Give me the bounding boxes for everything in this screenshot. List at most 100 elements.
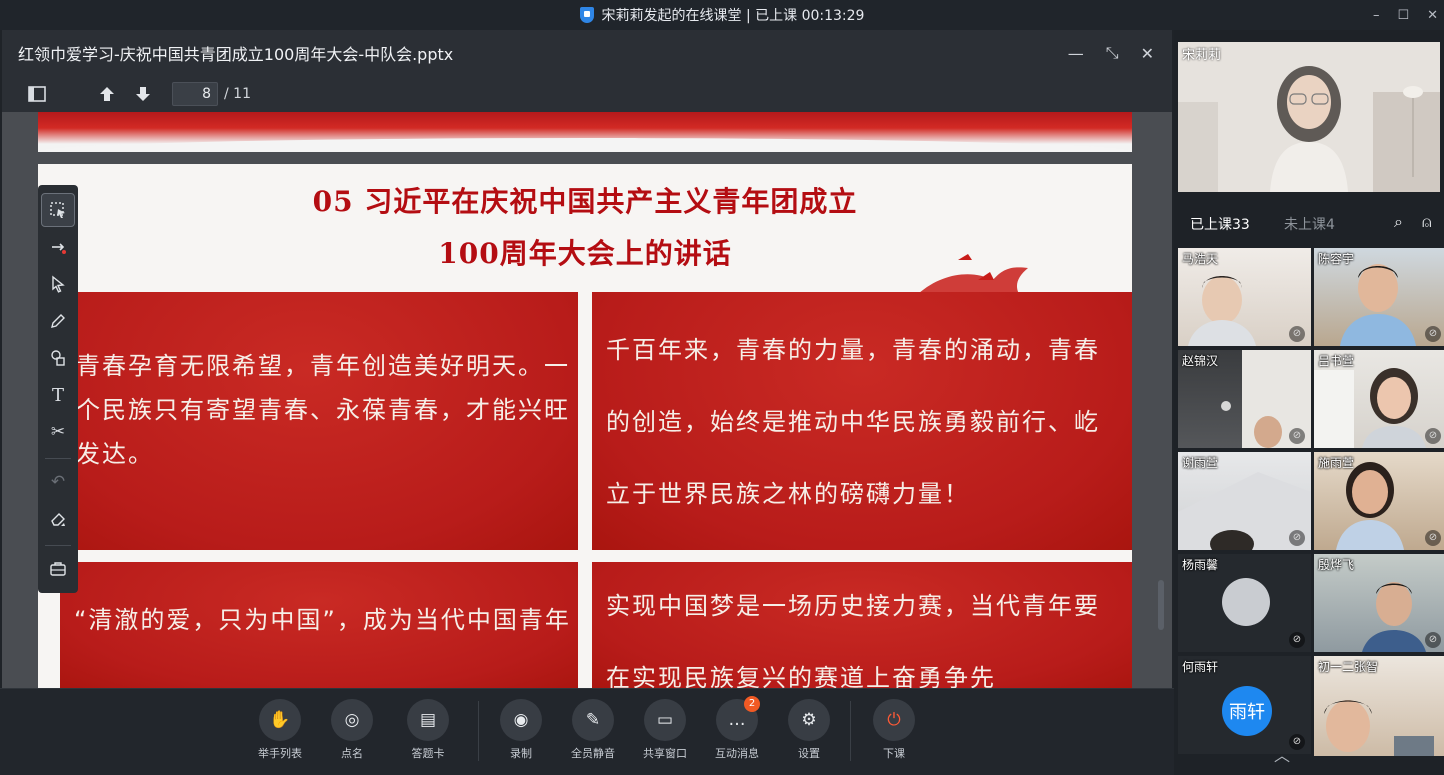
unread-badge: 2 (744, 696, 760, 712)
roll-call-icon: ◎ (331, 699, 373, 741)
attendance-tabs: 已上课33 未上课4 ⌕ ⍝ (1174, 208, 1444, 238)
student-tile[interactable]: 陈容宇 ⊘ (1314, 248, 1444, 346)
mic-muted-icon: ⊘ (1289, 428, 1305, 444)
document-filename: 红领巾爱学习-庆祝中国共青团成立100周年大会-中队会.pptx (18, 45, 454, 64)
answer-card-button[interactable]: ▤ 答题卡 (398, 699, 458, 761)
pen-icon[interactable] (41, 304, 75, 338)
button-label: 点名 (341, 747, 363, 760)
chat-icon: … 2 (716, 696, 760, 741)
mic-muted-icon: ⊘ (1425, 530, 1441, 546)
mic-muted-icon: ⊘ (1289, 734, 1305, 750)
shield-icon (579, 7, 594, 23)
quote-card-1: 青春孕育无限希望，青年创造美好明天。一 个民族只有寄望青春、永葆青春，才能兴旺 … (38, 292, 578, 550)
classroom-controls: ✋ 举手列表 ◎ 点名 ▤ 答题卡 ◉ 录制 ✎ 全员静音 ▭ 共享窗口 … 2 (0, 688, 1174, 775)
laser-pointer-icon[interactable] (41, 230, 75, 264)
mic-muted-icon: ⊘ (1425, 632, 1441, 648)
button-label: 录制 (510, 747, 532, 760)
tab-attended[interactable]: 已上课33 (1190, 214, 1250, 234)
undo-icon[interactable]: ↶ (41, 465, 75, 499)
raise-hand-icon: ✋ (259, 699, 301, 741)
search-icon[interactable]: ⌕ (1394, 212, 1403, 232)
student-name: 吕书萱 (1318, 354, 1355, 368)
button-label: 共享窗口 (643, 747, 687, 760)
button-label: 答题卡 (411, 747, 445, 760)
minimize-button[interactable]: – (1373, 8, 1380, 23)
student-tile[interactable]: 吕书萱 ⊘ (1314, 350, 1444, 448)
current-slide: 05 习近平在庆祝中国共产主义青年团成立 100周年大会上的讲话 青春孕育无限希… (38, 164, 1132, 688)
window-controls: – ☐ ✕ (1373, 0, 1438, 30)
student-tile[interactable]: 初一二张智 (1314, 656, 1444, 756)
title-bar: 宋莉莉发起的在线课堂 | 已上课 00:13:29 – ☐ ✕ (0, 0, 1444, 30)
answer-card-icon: ▤ (407, 699, 449, 741)
teacher-video[interactable]: 宋莉莉 (1178, 42, 1440, 192)
shapes-icon[interactable] (41, 341, 75, 375)
record-button[interactable]: ◉ 录制 (491, 699, 551, 761)
maximize-button[interactable]: ☐ (1397, 8, 1409, 23)
messages-button[interactable]: … 2 互动消息 (707, 696, 767, 761)
text-tool-icon[interactable]: T (41, 378, 75, 412)
settings-button[interactable]: ⚙ 设置 (779, 699, 839, 761)
doc-restore-button[interactable]: ⤡ (1106, 43, 1119, 63)
mute-all-button[interactable]: ✎ 全员静音 (563, 699, 623, 761)
mic-muted-icon: ⊘ (1425, 326, 1441, 342)
avatar (1222, 578, 1270, 626)
record-icon: ◉ (500, 699, 542, 741)
student-tile[interactable]: 杨雨馨 ⊘ (1178, 554, 1311, 652)
divider (850, 701, 851, 761)
share-window-button[interactable]: ▭ 共享窗口 (635, 699, 695, 761)
button-label: 互动消息 (715, 747, 759, 760)
select-area-icon[interactable] (41, 193, 75, 227)
quote-card-4-line: 实现中国梦是一场历史接力赛，当代青年要 (606, 592, 1100, 620)
raise-hand-list-button[interactable]: ✋ 举手列表 (250, 699, 310, 761)
mic-muted-icon: ⊘ (1289, 530, 1305, 546)
chevron-up-icon[interactable]: ︿ (1274, 742, 1290, 766)
toolbox-icon[interactable] (41, 552, 75, 586)
tab-absent[interactable]: 未上课4 (1284, 214, 1335, 234)
eraser-icon[interactable] (41, 502, 75, 536)
close-button[interactable]: ✕ (1427, 8, 1438, 23)
student-name: 何雨轩 (1182, 660, 1219, 674)
student-tile[interactable]: 赵锦汉 ⊘ (1178, 350, 1311, 448)
student-name: 陈容宇 (1318, 252, 1355, 266)
divider (478, 701, 479, 761)
student-tile[interactable]: 马浩天 ⊘ (1178, 248, 1311, 346)
quote-card-4: 实现中国梦是一场历史接力赛，当代青年要 在实现民族复兴的赛道上奋勇争先 (592, 562, 1132, 688)
sidebar-toggle-icon[interactable] (26, 83, 48, 105)
slide-scrollbar[interactable] (1158, 580, 1164, 630)
quote-card-2: 千百年来，青春的力量，青春的涌动，青春 的创造，始终是推动中华民族勇毅前行、屹 … (592, 292, 1132, 550)
share-window-icon: ▭ (644, 699, 686, 741)
mic-muted-icon: ⊘ (1425, 428, 1441, 444)
button-label: 举手列表 (258, 747, 302, 760)
chat-icon-glyph: … (728, 710, 746, 730)
quote-card-2-line: 的创造，始终是推动中华民族勇毅前行、屹 (606, 408, 1100, 436)
doc-close-button[interactable]: ✕ (1141, 44, 1154, 63)
button-label: 全员静音 (571, 747, 615, 760)
page-number-input[interactable]: 8 (172, 82, 218, 106)
quote-card-4-line: 在实现民族复兴的赛道上奋勇争先 (606, 664, 996, 688)
gear-icon: ⚙ (788, 699, 830, 741)
add-user-icon[interactable]: ⍝ (1422, 212, 1432, 232)
student-tile[interactable]: 谢雨萱 ⊘ (1178, 452, 1311, 550)
student-name: 施雨萱 (1318, 456, 1355, 470)
slide-viewer[interactable]: 05 习近平在庆祝中国共产主义青年团成立 100周年大会上的讲话 青春孕育无限希… (2, 112, 1172, 688)
student-tile[interactable]: 施雨萱 ⊘ (1314, 452, 1444, 550)
student-tile[interactable]: 雨轩 何雨轩 ⊘ (1178, 656, 1311, 754)
slide-title-line1: 05 习近平在庆祝中国共产主义青年团成立 (312, 185, 858, 218)
annotation-toolbar: T ✂ ↶ (38, 185, 78, 593)
pointer-icon[interactable] (41, 267, 75, 301)
mic-muted-icon: ⊘ (1289, 326, 1305, 342)
power-icon: ⏻ (873, 699, 915, 741)
next-page-icon[interactable] (132, 83, 154, 105)
roll-call-button[interactable]: ◎ 点名 (322, 699, 382, 761)
student-tile[interactable]: 殷烨飞 ⊘ (1314, 554, 1444, 652)
button-label: 下课 (883, 747, 905, 760)
doc-minimize-button[interactable]: — (1068, 44, 1084, 63)
prev-page-icon[interactable] (96, 83, 118, 105)
toolbar-divider (45, 545, 71, 546)
mute-all-icon: ✎ (572, 699, 614, 741)
student-name: 初一二张智 (1318, 660, 1379, 674)
end-class-button[interactable]: ⏻ 下课 (864, 699, 924, 761)
quote-card-2-line: 千百年来，青春的力量，青春的涌动，青春 (606, 336, 1100, 364)
student-name: 杨雨馨 (1182, 558, 1219, 572)
scissors-icon[interactable]: ✂ (41, 415, 75, 449)
